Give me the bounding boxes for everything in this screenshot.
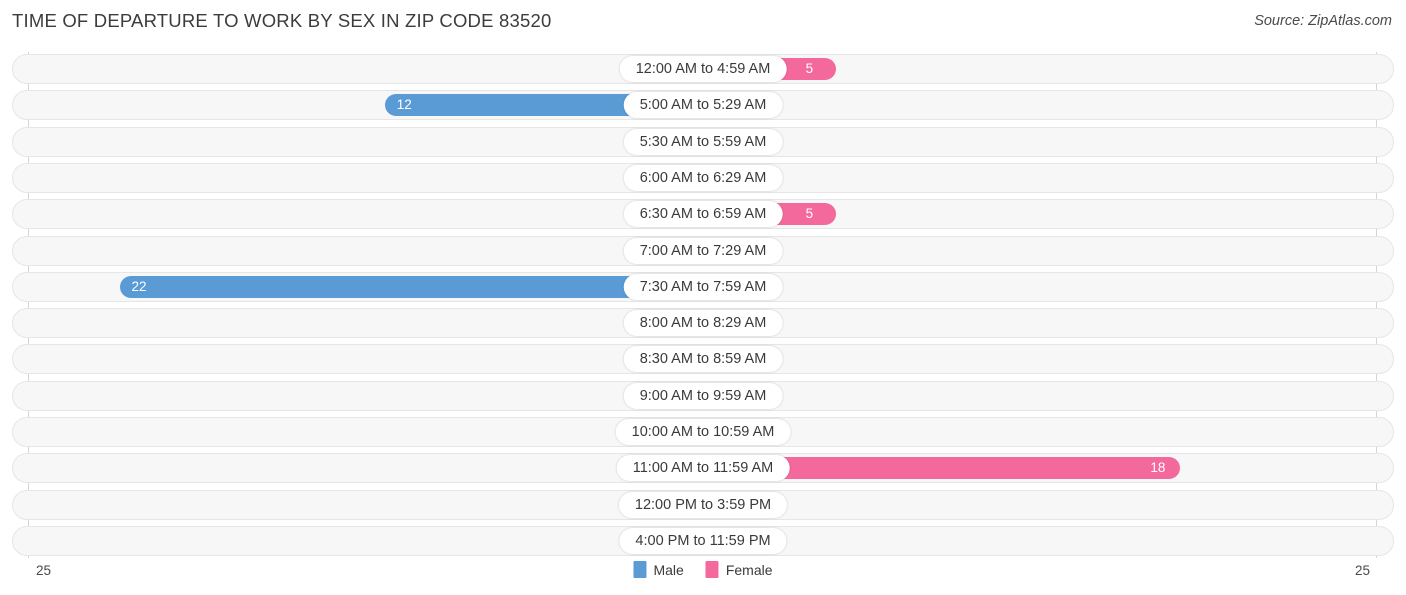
category-label: 8:00 AM to 8:29 AM [623,310,783,337]
category-label: 11:00 AM to 11:59 AM [616,455,790,482]
table-row[interactable]: 008:00 AM to 8:29 AM [12,308,1394,339]
value-label-male: 12 [396,97,412,113]
table-row[interactable]: 0012:00 PM to 3:59 PM [12,489,1394,520]
value-label-female: 5 [805,61,814,76]
table-row[interactable]: 056:30 AM to 6:59 AM [12,199,1394,230]
category-label: 7:00 AM to 7:29 AM [623,237,783,264]
category-label: 12:00 AM to 4:59 AM [619,56,787,82]
table-row[interactable]: 005:30 AM to 5:59 AM [12,126,1394,157]
axis-tick-right: 25 [1354,563,1370,578]
bar-male[interactable] [119,275,703,298]
table-row[interactable]: 004:00 PM to 11:59 PM [12,525,1394,556]
category-label: 8:30 AM to 8:59 AM [623,346,783,373]
axis-tick-left: 25 [36,563,52,578]
table-row[interactable]: 0512:00 AM to 4:59 AM [12,54,1394,84]
page-title: TIME OF DEPARTURE TO WORK BY SEX IN ZIP … [12,10,552,31]
chart-plot-area: 0512:00 AM to 4:59 AM1205:00 AM to 5:29 … [0,52,1406,558]
table-row[interactable]: 008:30 AM to 8:59 AM [12,344,1394,375]
legend-label: Female [725,561,773,578]
legend-swatch-icon [633,561,647,578]
category-label: 6:00 AM to 6:29 AM [623,164,783,191]
legend-label: Male [653,561,684,578]
chart-page: TIME OF DEPARTURE TO WORK BY SEX IN ZIP … [0,0,1406,595]
category-label: 5:30 AM to 5:59 AM [623,128,783,155]
table-row[interactable]: 1205:00 AM to 5:29 AM [12,90,1394,121]
value-label-female: 5 [805,206,814,222]
table-row[interactable]: 006:00 AM to 6:29 AM [12,162,1394,193]
chart-legend: Male Female [633,561,773,578]
category-label: 12:00 PM to 3:59 PM [618,491,788,518]
category-label: 10:00 AM to 10:59 AM [615,419,791,445]
table-row[interactable]: 2207:30 AM to 7:59 AM [12,271,1394,302]
category-label: 4:00 PM to 11:59 PM [619,527,787,554]
category-label: 6:30 AM to 6:59 AM [623,201,783,228]
category-label: 7:30 AM to 7:59 AM [623,273,783,300]
table-row[interactable]: 01811:00 AM to 11:59 AM [12,453,1394,484]
value-label-male: 22 [131,278,147,294]
value-label-female: 18 [1150,460,1166,476]
table-row[interactable]: 0010:00 AM to 10:59 AM [12,417,1394,447]
category-label: 9:00 AM to 9:59 AM [623,382,783,409]
legend-item-female[interactable]: Female [705,561,773,578]
category-label: 5:00 AM to 5:29 AM [623,92,783,119]
legend-item-male[interactable]: Male [633,561,684,578]
source-attribution: Source: ZipAtlas.com [1254,13,1392,29]
legend-swatch-icon [705,561,719,578]
table-row[interactable]: 007:00 AM to 7:29 AM [12,235,1394,266]
table-row[interactable]: 009:00 AM to 9:59 AM [12,380,1394,411]
